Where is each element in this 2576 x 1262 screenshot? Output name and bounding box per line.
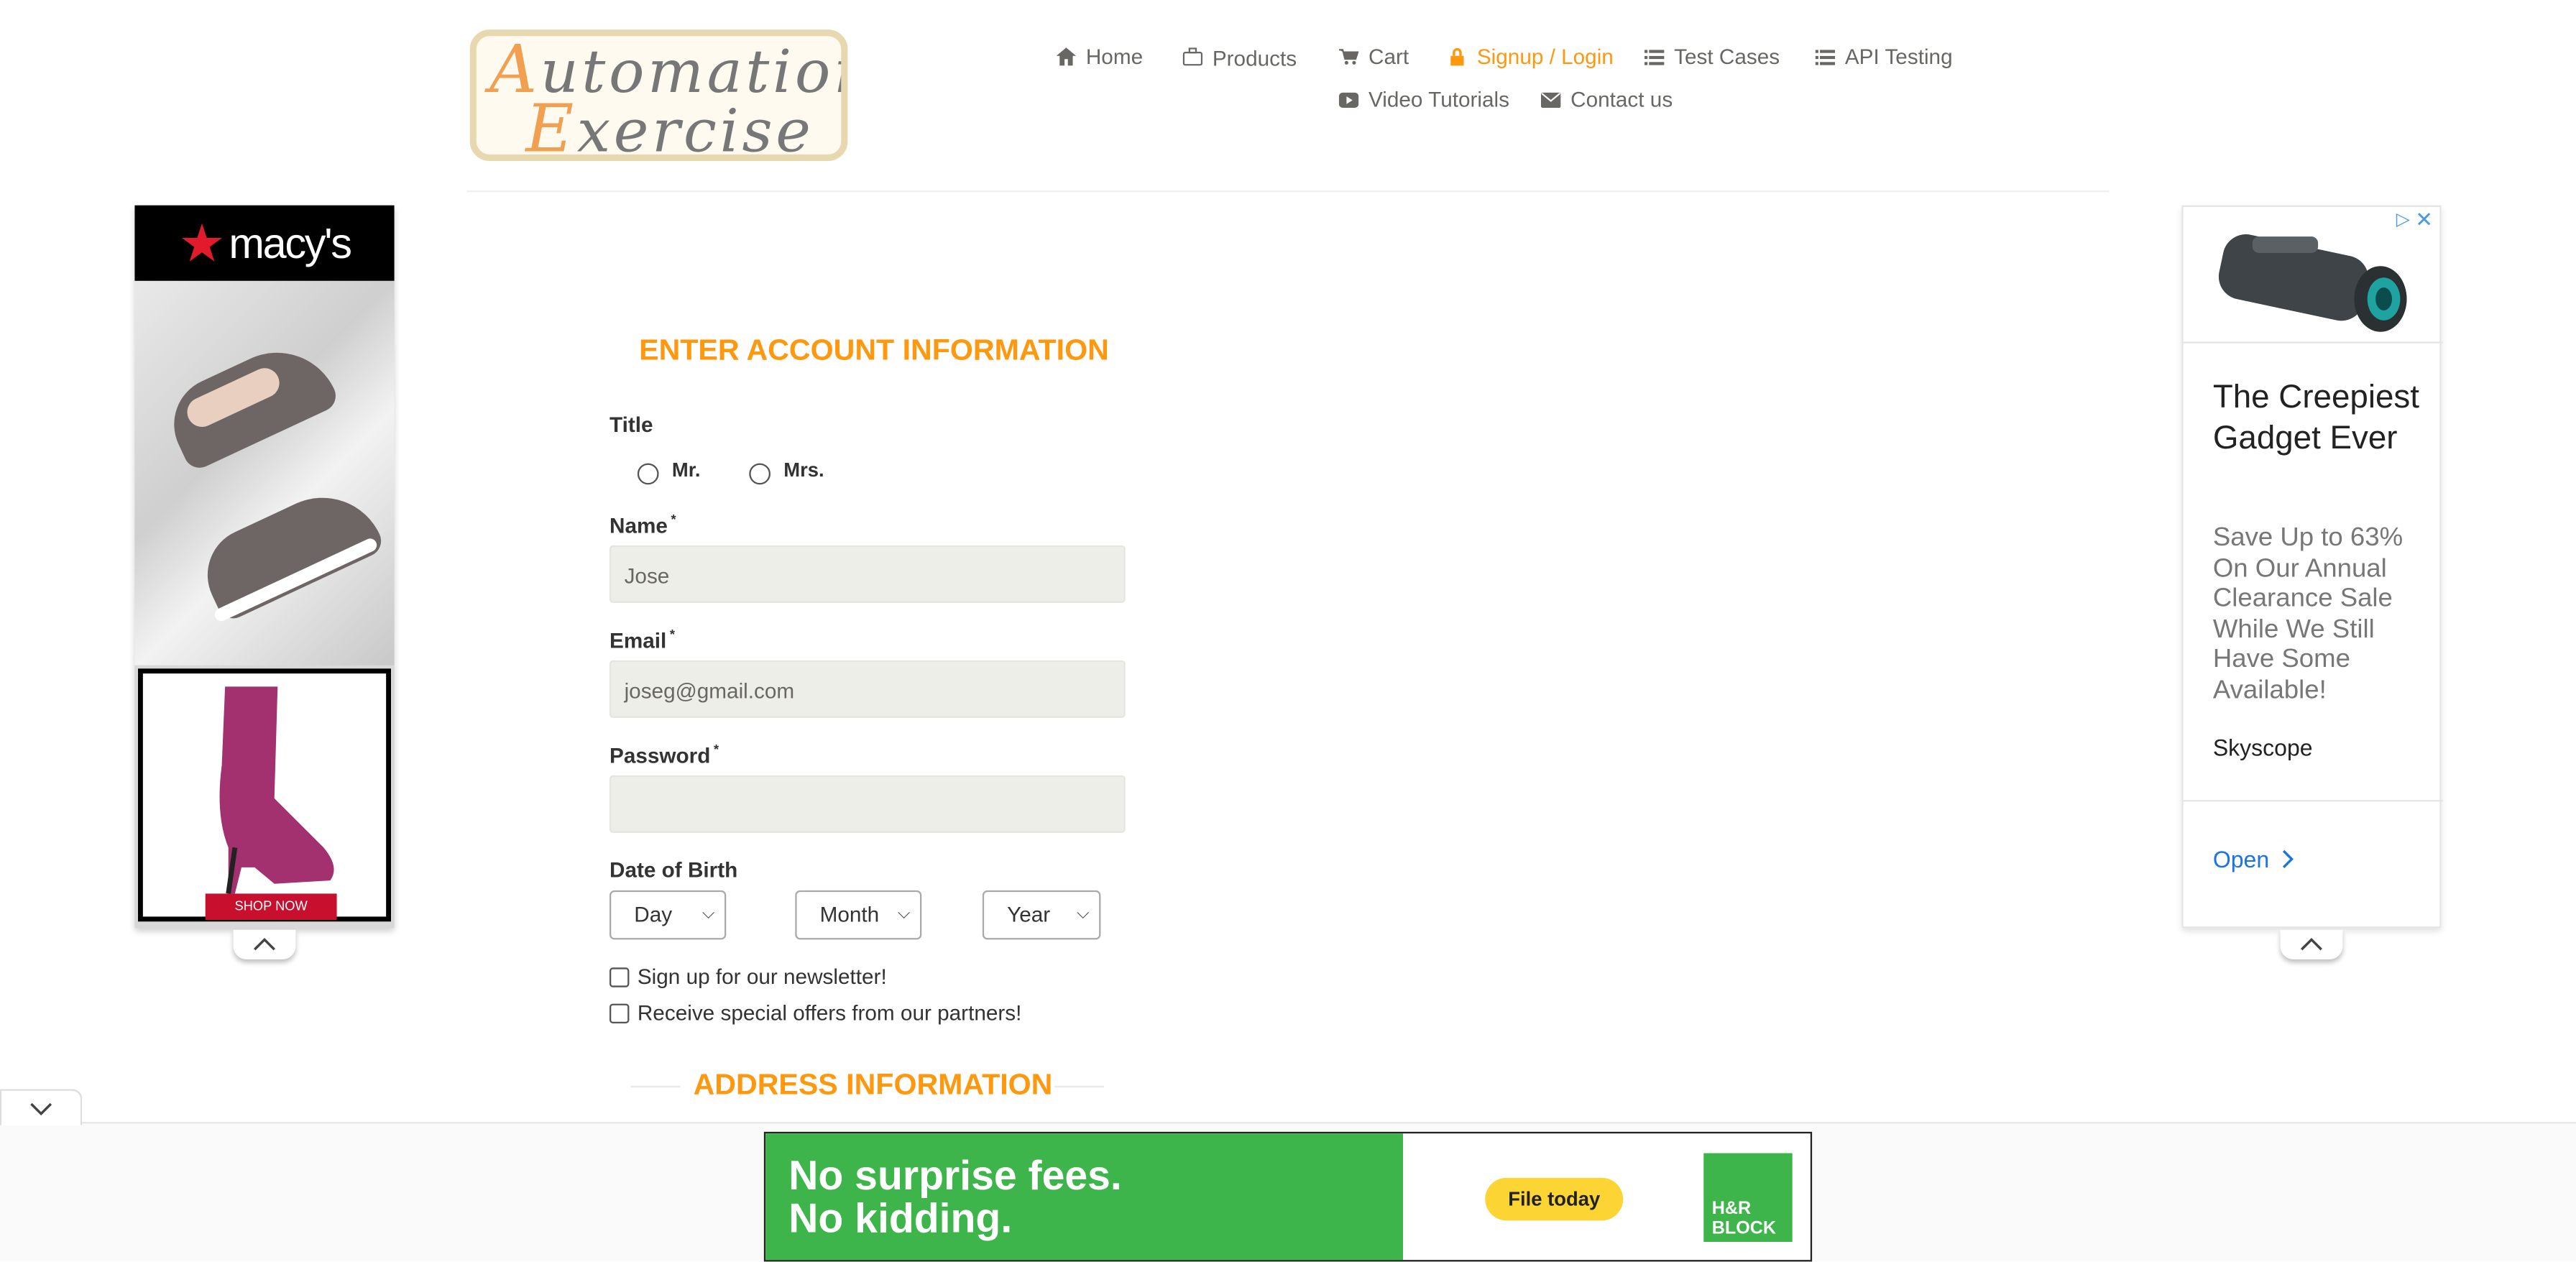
radio-button[interactable]: [637, 462, 659, 484]
email-field[interactable]: joseg@gmail.com: [609, 660, 1126, 718]
nav-products[interactable]: Products: [1182, 45, 1297, 70]
chevron-right-icon: [2283, 849, 2294, 869]
divider: [1054, 1085, 1104, 1088]
chevron-down-icon: [30, 1102, 52, 1115]
ad-sneakers-image: [134, 280, 395, 665]
right-ad-collapse[interactable]: [2280, 929, 2343, 959]
offers-checkbox-row[interactable]: Receive special offers from our partners…: [609, 1000, 1021, 1025]
ad-monocular-image: [2218, 234, 2407, 332]
lock-icon: [1448, 47, 1467, 66]
logo-line-2: Exercise: [525, 91, 814, 161]
form-heading: ENTER ACCOUNT INFORMATION: [639, 333, 1109, 367]
name-label: Name *: [609, 512, 676, 538]
title-mrs-radio[interactable]: Mrs.: [749, 459, 824, 484]
bottom-ad-toggle[interactable]: [0, 1089, 83, 1125]
title-label: Title: [609, 412, 653, 437]
name-field[interactable]: Jose: [609, 545, 1126, 603]
offers-checkbox[interactable]: [609, 1003, 630, 1023]
nav-signup-login[interactable]: Signup / Login: [1448, 45, 1614, 69]
nav-test-cases[interactable]: Test Cases: [1644, 45, 1780, 69]
envelope-icon: [1540, 90, 1561, 109]
ad-boot-image: SHOP NOW: [137, 668, 391, 922]
chevron-up-icon: [2301, 938, 2322, 951]
month-select[interactable]: Month ⌵: [795, 890, 922, 940]
star-icon: ★: [178, 213, 226, 273]
newsletter-checkbox-row[interactable]: Sign up for our newsletter!: [609, 964, 887, 989]
title-mr-radio[interactable]: Mr.: [637, 459, 700, 484]
newsletter-checkbox[interactable]: [609, 967, 630, 987]
divider: [630, 1085, 681, 1088]
macys-logo: ★ macy's: [134, 205, 395, 281]
chevron-down-icon: ⌵: [897, 905, 911, 924]
hrblock-logo: H&R BLOCK: [1703, 1153, 1793, 1242]
home-icon: [1056, 47, 1077, 66]
year-select[interactable]: Year ⌵: [982, 890, 1101, 940]
ad-headline: The Creepiest Gadget Ever: [2212, 379, 2419, 457]
nav-cart[interactable]: Cart: [1338, 45, 1409, 69]
radio-button[interactable]: [749, 462, 770, 484]
ad-brand: Skyscope: [2212, 734, 2313, 761]
ad-description: Save Up to 63% On Our Annual Clearance S…: [2212, 524, 2404, 704]
address-heading: ADDRESS INFORMATION: [693, 1067, 1053, 1101]
hrblock-banner-ad[interactable]: No surprise fees. No kidding. File today…: [763, 1131, 1813, 1262]
shop-now-button[interactable]: SHOP NOW: [205, 893, 337, 920]
left-ad-macys[interactable]: ★ macy's SHOP NOW: [134, 205, 395, 929]
list-icon: [1815, 47, 1836, 66]
chevron-down-icon: ⌵: [1077, 905, 1090, 924]
chevron-down-icon: ⌵: [702, 905, 715, 924]
cart-icon: [1338, 47, 1359, 66]
boot-graphic: [219, 686, 334, 894]
youtube-icon: [1338, 90, 1359, 109]
right-ad-skyscope[interactable]: ▷ ✕ The Creepiest Gadget Ever Save Up to…: [2181, 205, 2443, 929]
ad-divider: [2183, 800, 2443, 802]
ad-divider: [2183, 341, 2443, 344]
header-divider: [466, 190, 2110, 193]
close-icon[interactable]: ✕: [2415, 207, 2433, 234]
nav-api-testing[interactable]: API Testing: [1815, 45, 1953, 69]
nav-video-tutorials[interactable]: Video Tutorials: [1338, 87, 1509, 111]
list-icon: [1644, 47, 1665, 66]
file-today-button[interactable]: File today: [1485, 1177, 1624, 1221]
briefcase-icon: [1182, 47, 1203, 66]
nav-contact-us[interactable]: Contact us: [1540, 87, 1673, 111]
password-field[interactable]: [609, 775, 1126, 833]
banner-headline: No surprise fees. No kidding.: [765, 1133, 1403, 1261]
nav-home[interactable]: Home: [1056, 45, 1143, 69]
chevron-up-icon: [254, 938, 275, 951]
email-label: Email *: [609, 627, 675, 653]
ad-open-button[interactable]: Open: [2213, 846, 2294, 872]
site-logo[interactable]: Automation Exercise: [469, 29, 848, 161]
left-ad-collapse[interactable]: [233, 929, 296, 959]
dob-label: Date of Birth: [609, 857, 738, 883]
password-label: Password *: [609, 742, 719, 768]
day-select[interactable]: Day ⌵: [609, 890, 727, 940]
